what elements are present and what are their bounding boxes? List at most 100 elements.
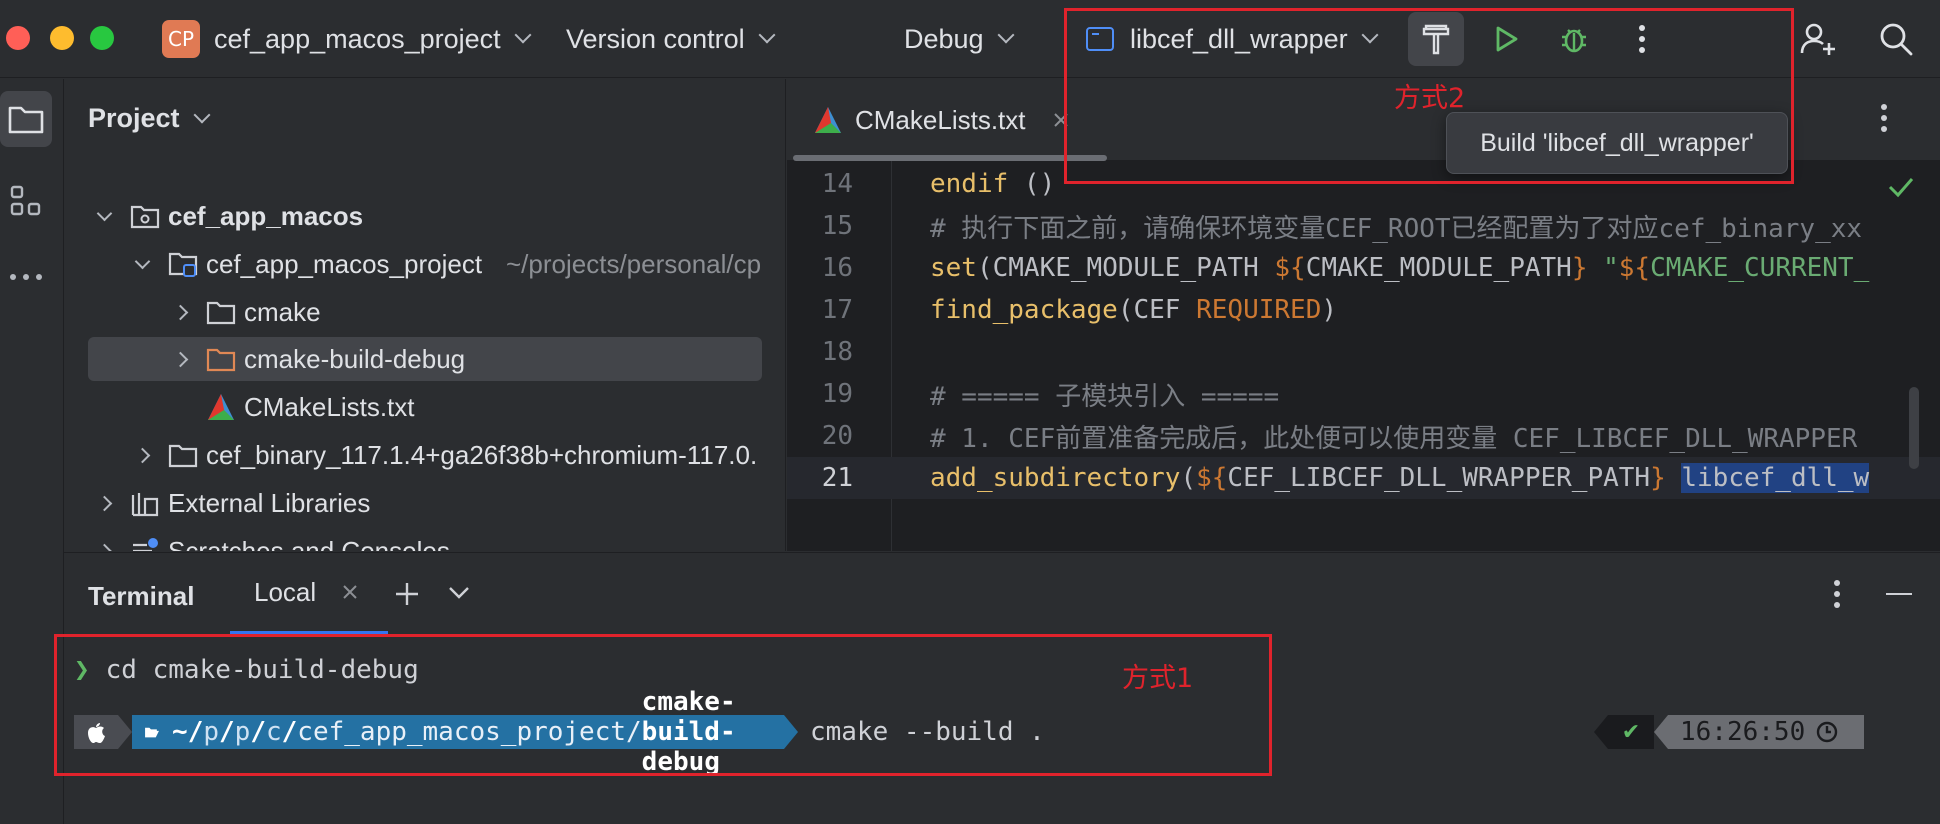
tree-item-label: CMakeLists.txt [244,391,415,422]
tree-item-cef-binary[interactable]: cef_binary_117.1.4+ga26f38b+chromium-117… [64,433,785,477]
terminal-time: 16:26:50 [1680,717,1806,747]
more-vertical-icon [1881,104,1887,132]
more-horizontal-icon [10,274,42,280]
line-number: 16 [821,253,853,283]
time-segment: 16:26:50 [1668,715,1864,749]
search-icon [1880,23,1913,56]
tree-item-scratches[interactable]: Scratches and Consoles [64,529,785,552]
expand-arrow-icon[interactable] [94,493,114,513]
code-line[interactable]: 15 # 执行下面之前，请确保环境变量CEF_ROOT已经配置为了对应cef_b… [787,205,1940,247]
tab-label: CMakeLists.txt [855,104,1026,135]
chevron-down-icon [514,26,532,44]
tree-item-cmake[interactable]: cmake [64,290,785,334]
expand-arrow-icon[interactable] [170,302,190,322]
structure-icon [10,185,41,216]
terminal-title: Terminal [88,581,195,611]
code-line[interactable]: 18 [787,331,1940,373]
folder-icon [206,297,236,327]
expand-arrow-icon[interactable] [132,445,152,465]
cmake-file-icon [815,107,841,133]
tree-item-cef-app-macos[interactable]: cef_app_macos [64,194,785,238]
terminal-header: Terminal Local [64,553,1940,635]
project-tool-window: Project cef_app_macos cef_app_macos_proj… [64,79,786,551]
code-line[interactable]: 19 # ===== 子模块引入 ===== [787,373,1940,415]
scratches-icon [130,536,160,551]
new-tab-icon[interactable] [394,581,420,607]
tree-item-label: cmake-build-debug [244,343,466,374]
library-icon [130,488,160,518]
tree-item-label: cef_app_macos_project [206,248,483,279]
status-ok-segment: ✔ [1608,715,1654,749]
search-everywhere-button[interactable] [1868,12,1924,66]
expand-arrow-icon[interactable] [94,541,114,551]
module-folder-icon [130,201,160,231]
project-tool-button[interactable] [0,91,52,147]
line-number: 14 [821,169,853,199]
project-panel-title: Project [88,103,180,133]
structure-tool-button[interactable] [0,173,52,229]
code-with-me-button[interactable] [1790,12,1846,66]
close-tab-icon[interactable] [342,584,358,600]
line-number: 18 [821,337,853,367]
inspection-ok-icon[interactable] [1887,175,1915,199]
project-switcher[interactable]: CP cef_app_macos_project [162,0,532,78]
tree-item-label: External Libraries [168,487,371,518]
editor-scrollbar[interactable] [1909,387,1919,469]
more-tools-button[interactable] [0,249,52,305]
line-number: 15 [821,211,853,241]
tree-item-label: cmake [244,296,321,327]
tree-item-cef-app-macos-project[interactable]: cef_app_macos_project ~/projects/persona… [64,242,785,286]
tab-cmakelists[interactable]: CMakeLists.txt [787,79,1097,161]
line-number: 21 [821,463,853,493]
chevron-down-icon[interactable] [448,585,470,601]
editor-tab-options-button[interactable] [1879,103,1889,138]
terminal-tab-label: Local [254,576,317,607]
line-number: 17 [821,295,853,325]
project-badge: CP [162,20,200,58]
powerline-separator [1654,715,1668,749]
close-window-button[interactable] [6,26,30,50]
cmake-file-icon [206,392,236,422]
clock-icon [1817,721,1838,743]
annotation-label-method2: 方式2 [1394,83,1466,114]
chevron-down-icon [997,26,1015,44]
minimize-panel-icon[interactable] [1886,593,1912,596]
vcs-menu[interactable]: Version control [566,0,776,78]
build-config-selector[interactable]: Debug [904,0,1015,78]
config-label: Debug [904,23,984,54]
tree-item-cmakelists[interactable]: CMakeLists.txt [64,385,785,429]
annotation-label-method1: 方式1 [1122,663,1194,694]
tab-scroll-indicator [793,155,1107,161]
folder-icon [8,106,44,134]
code-line-current[interactable]: 21 add_subdirectory(${CEF_LIBCEF_DLL_WRA… [787,457,1940,499]
minimize-window-button[interactable] [50,26,74,50]
chevron-down-icon [758,26,776,44]
terminal-tab-local[interactable]: Local [230,553,388,635]
code-line[interactable]: 16 set(CMAKE_MODULE_PATH ${CMAKE_MODULE_… [787,247,1940,289]
expand-arrow-icon[interactable] [94,205,114,226]
tree-item-label: cef_app_macos [168,200,364,231]
excluded-folder-icon [206,344,236,374]
code-line[interactable]: 20 # 1. CEF前置准备完成后，此处便可以使用变量 CEF_LIBCEF_… [787,415,1940,457]
annotation-box-method1 [54,634,1272,776]
folder-icon [168,440,198,470]
chevron-down-icon [193,106,211,123]
expand-arrow-icon[interactable] [170,349,190,369]
tree-item-label: cef_binary_117.1.4+ga26f38b+chromium-117… [206,439,758,470]
tree-item-label: Scratches and Consoles [168,535,450,552]
line-number: 20 [821,421,853,451]
zoom-window-button[interactable] [90,26,114,50]
add-user-icon [1800,23,1835,55]
more-vertical-icon[interactable] [1832,579,1842,609]
tree-item-cmake-build-debug[interactable]: cmake-build-debug [88,337,762,381]
project-view-selector[interactable]: Project [88,103,211,134]
project-name: cef_app_macos_project [214,23,501,54]
expand-arrow-icon[interactable] [132,253,152,274]
folder-icon [168,249,198,279]
line-number: 19 [821,379,853,409]
powerline-separator [1594,715,1608,749]
tree-item-path-hint: ~/projects/personal/cp [506,248,762,279]
code-line[interactable]: 17 find_package(CEF REQUIRED) [787,289,1940,331]
tree-item-external-libraries[interactable]: External Libraries [64,481,785,525]
vcs-label: Version control [566,23,745,54]
